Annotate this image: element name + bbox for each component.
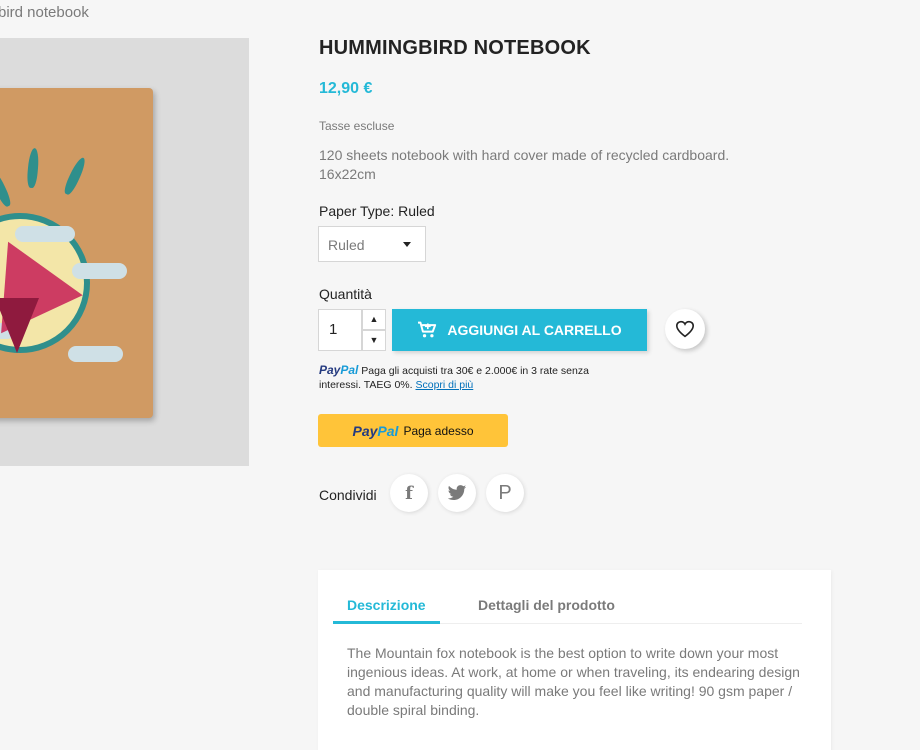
share-label: Condividi (319, 487, 377, 503)
paypal-logo: PayPal (319, 363, 359, 377)
tab-description[interactable]: Descrizione (333, 597, 440, 624)
product-price: 12,90 € (319, 80, 373, 97)
paypal-pay-label: Paga adesso (403, 423, 474, 438)
cloud-shape (68, 346, 123, 362)
quantity-increase-button[interactable]: ▲ (362, 309, 386, 330)
add-to-cart-button[interactable]: AGGIUNGI AL CARRELLO (392, 309, 647, 351)
quantity-input[interactable]: 1 (318, 309, 362, 351)
product-short-description: 120 sheets notebook with hard cover made… (319, 147, 730, 182)
cloud-shape (72, 263, 127, 279)
chevron-down-icon (403, 242, 411, 247)
pinterest-share-button[interactable]: P (486, 474, 524, 512)
paper-type-select[interactable]: Ruled (318, 226, 426, 262)
notebook-illustration (0, 88, 153, 418)
paypal-learn-more-link[interactable]: Scopri di più (415, 379, 473, 391)
pinterest-icon: P (498, 481, 512, 504)
tax-note: Tasse escluse (319, 119, 395, 133)
paypal-pay-button[interactable]: PayPal Paga adesso (318, 414, 508, 447)
quantity-label: Quantità (319, 286, 372, 302)
product-image[interactable] (0, 38, 249, 466)
tab-description-content: The Mountain fox notebook is the best op… (347, 645, 800, 718)
wishlist-button[interactable] (665, 309, 705, 349)
twitter-icon (447, 484, 467, 500)
facebook-icon: f (405, 482, 413, 504)
heart-icon (675, 320, 695, 338)
breadcrumb: bird notebook (0, 4, 89, 21)
product-tabs: Descrizione Dettagli del prodotto (333, 570, 802, 624)
cart-icon (418, 321, 437, 338)
hummingbird-tail-shape (0, 298, 39, 353)
product-title: HUMMINGBIRD NOTEBOOK (319, 37, 591, 59)
add-to-cart-label: AGGIUNGI AL CARRELLO (447, 322, 622, 338)
tab-product-details[interactable]: Dettagli del prodotto (478, 597, 615, 621)
paypal-logo: PayPal (352, 422, 399, 439)
facebook-share-button[interactable]: f (390, 474, 428, 512)
feather-shape (0, 167, 13, 209)
feather-shape (26, 147, 40, 189)
feather-shape (62, 155, 88, 197)
breadcrumb-current: bird notebook (0, 4, 89, 21)
paypal-installments-message: PayPal Paga gli acquisti tra 30€ e 2.000… (319, 363, 619, 392)
variant-label: Paper Type: Ruled (319, 203, 435, 219)
quantity-decrease-button[interactable]: ▼ (362, 330, 386, 351)
paper-type-selected: Ruled (328, 237, 365, 253)
product-tabs-card: Descrizione Dettagli del prodotto The Mo… (318, 570, 831, 750)
twitter-share-button[interactable] (438, 474, 476, 512)
